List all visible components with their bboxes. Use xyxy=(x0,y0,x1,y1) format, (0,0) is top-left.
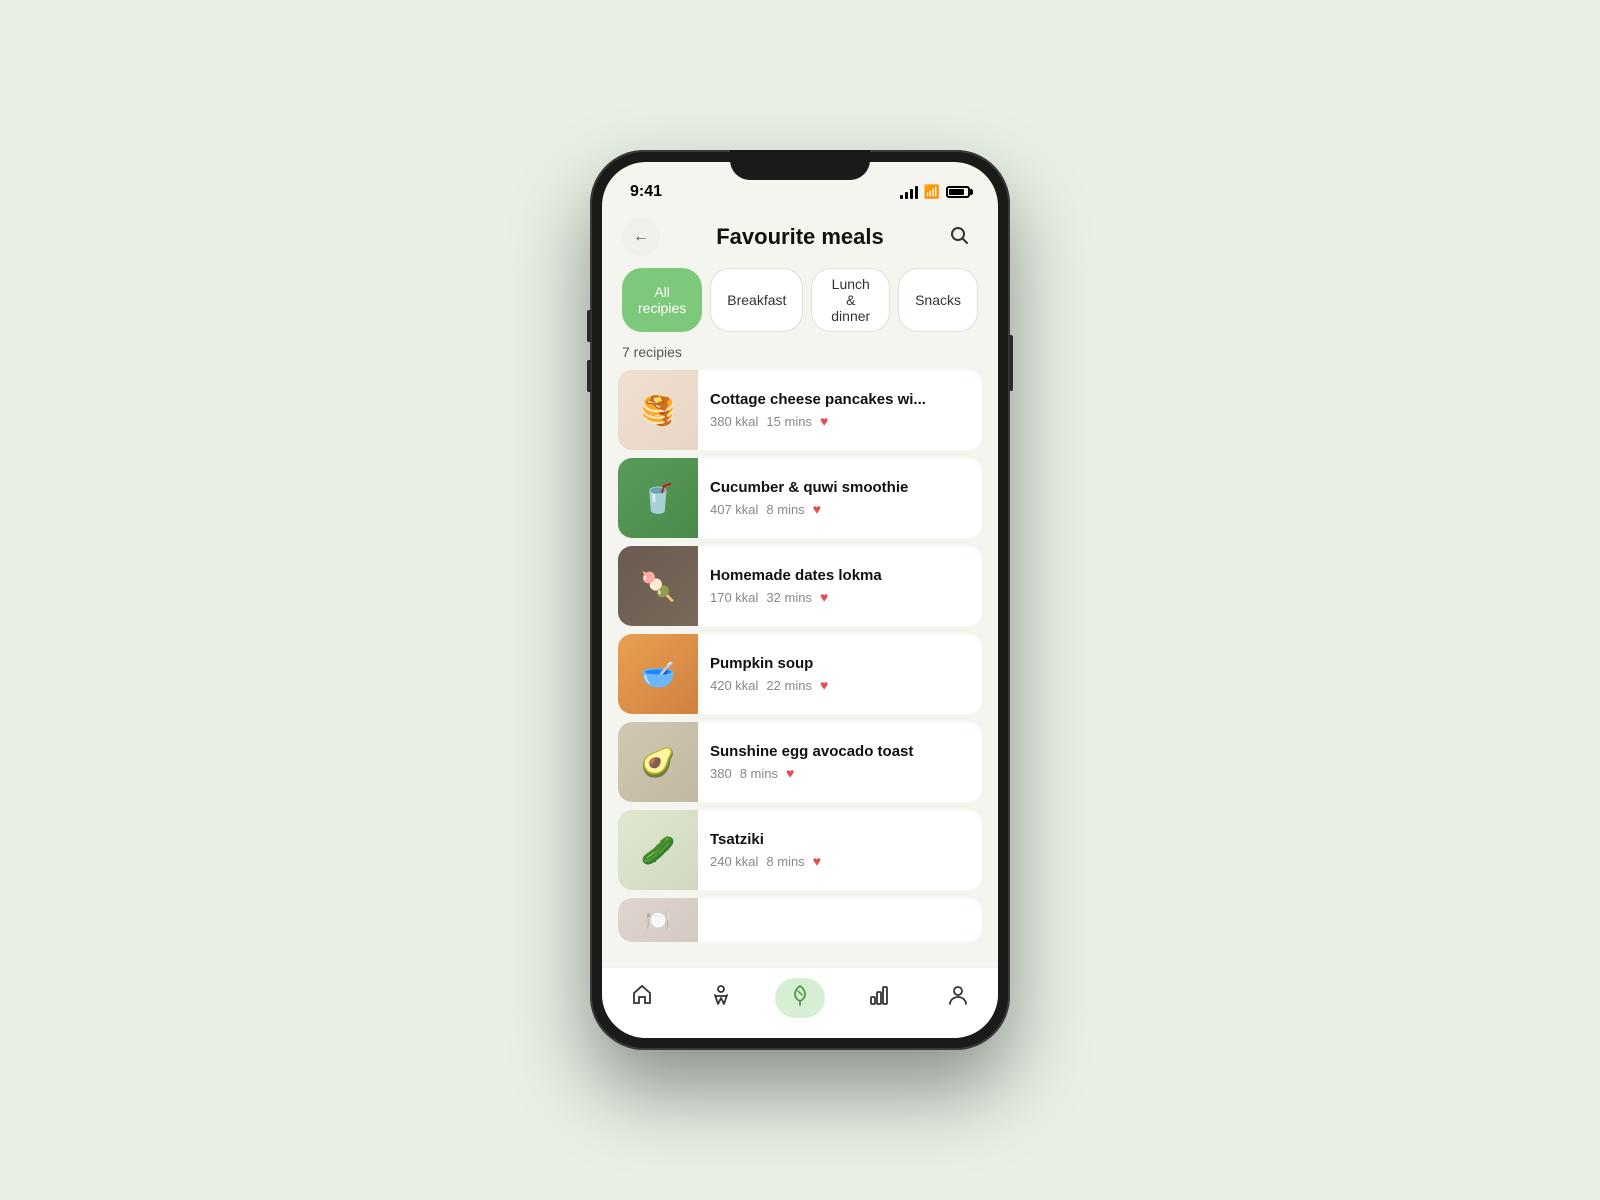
recipe-kkal-3: 170 kkal xyxy=(710,590,758,605)
list-item[interactable]: 🍽️ xyxy=(618,898,982,942)
volume-down-button xyxy=(587,360,591,392)
signal-icon xyxy=(900,185,918,199)
recipe-time-2: 8 mins xyxy=(766,502,804,517)
recipe-name-4: Pumpkin soup xyxy=(710,655,970,672)
back-arrow-icon: ← xyxy=(633,228,649,246)
recipe-list: 🥞 Cottage cheese pancakes wi... 380 kkal… xyxy=(602,370,998,967)
stats-icon xyxy=(868,984,890,1012)
status-icons: 📶 xyxy=(900,184,970,200)
recipe-image-2: 🥤 xyxy=(618,458,698,538)
favourite-icon-6[interactable]: ♥ xyxy=(813,853,821,869)
page-title: Favourite meals xyxy=(716,224,884,250)
list-item[interactable]: 🥤 Cucumber & quwi smoothie 407 kkal 8 mi… xyxy=(618,458,982,538)
recipe-name-2: Cucumber & quwi smoothie xyxy=(710,479,970,496)
list-item[interactable]: 🥣 Pumpkin soup 420 kkal 22 mins ♥ xyxy=(618,634,982,714)
recipe-name-1: Cottage cheese pancakes wi... xyxy=(710,391,970,408)
power-button xyxy=(1009,335,1013,391)
recipe-name-3: Homemade dates lokma xyxy=(710,567,970,584)
nav-recipes[interactable] xyxy=(775,978,825,1018)
notch xyxy=(730,150,870,180)
recipe-image-7: 🍽️ xyxy=(618,898,698,942)
list-item[interactable]: 🥒 Tsatziki 240 kkal 8 mins ♥ xyxy=(618,810,982,890)
filter-tabs: All recipies Breakfast Lunch & dinner Sn… xyxy=(602,268,998,344)
filter-all-recipies[interactable]: All recipies xyxy=(622,268,702,332)
nav-stats[interactable] xyxy=(854,978,904,1018)
favourite-icon-4[interactable]: ♥ xyxy=(820,677,828,693)
recipe-kkal-4: 420 kkal xyxy=(710,678,758,693)
status-time: 9:41 xyxy=(630,183,662,201)
favourite-icon-3[interactable]: ♥ xyxy=(820,589,828,605)
wifi-icon: 📶 xyxy=(924,184,940,200)
activity-icon xyxy=(710,984,732,1012)
phone-frame: 9:41 📶 ← Favourite meals xyxy=(590,150,1010,1050)
recipe-image-3: 🍡 xyxy=(618,546,698,626)
recipe-time-4: 22 mins xyxy=(766,678,812,693)
favourite-icon-1[interactable]: ♥ xyxy=(820,413,828,429)
phone-screen: 9:41 📶 ← Favourite meals xyxy=(602,162,998,1038)
filter-snacks[interactable]: Snacks xyxy=(898,268,978,332)
volume-up-button xyxy=(587,310,591,342)
recipe-time-6: 8 mins xyxy=(766,854,804,869)
recipe-image-5: 🥑 xyxy=(618,722,698,802)
recipe-kkal-6: 240 kkal xyxy=(710,854,758,869)
recipe-kkal-2: 407 kkal xyxy=(710,502,758,517)
filter-lunch-dinner[interactable]: Lunch & dinner xyxy=(811,268,890,332)
search-icon xyxy=(949,225,969,250)
recipe-image-6: 🥒 xyxy=(618,810,698,890)
recipe-time-5: 8 mins xyxy=(740,766,778,781)
recipe-name-5: Sunshine egg avocado toast xyxy=(710,743,970,760)
recipes-icon xyxy=(789,984,811,1012)
recipe-kkal-5: 380 xyxy=(710,766,732,781)
recipe-count: 7 recipies xyxy=(602,344,998,370)
filter-breakfast[interactable]: Breakfast xyxy=(710,268,803,332)
back-button[interactable]: ← xyxy=(622,218,660,256)
recipe-time-1: 15 mins xyxy=(766,414,812,429)
nav-activity[interactable] xyxy=(696,978,746,1018)
home-icon xyxy=(631,984,653,1012)
list-item[interactable]: 🥑 Sunshine egg avocado toast 380 8 mins … xyxy=(618,722,982,802)
profile-icon xyxy=(947,984,969,1012)
list-item[interactable]: 🥞 Cottage cheese pancakes wi... 380 kkal… xyxy=(618,370,982,450)
recipe-kkal-1: 380 kkal xyxy=(710,414,758,429)
search-button[interactable] xyxy=(940,218,978,256)
nav-profile[interactable] xyxy=(933,978,983,1018)
battery-icon xyxy=(946,186,970,198)
bottom-nav xyxy=(602,967,998,1038)
favourite-icon-2[interactable]: ♥ xyxy=(813,501,821,517)
nav-home[interactable] xyxy=(617,978,667,1018)
recipe-image-4: 🥣 xyxy=(618,634,698,714)
favourite-icon-5[interactable]: ♥ xyxy=(786,765,794,781)
recipe-time-3: 32 mins xyxy=(766,590,812,605)
recipe-image-1: 🥞 xyxy=(618,370,698,450)
recipe-name-6: Tsatziki xyxy=(710,831,970,848)
header: ← Favourite meals xyxy=(602,210,998,268)
list-item[interactable]: 🍡 Homemade dates lokma 170 kkal 32 mins … xyxy=(618,546,982,626)
